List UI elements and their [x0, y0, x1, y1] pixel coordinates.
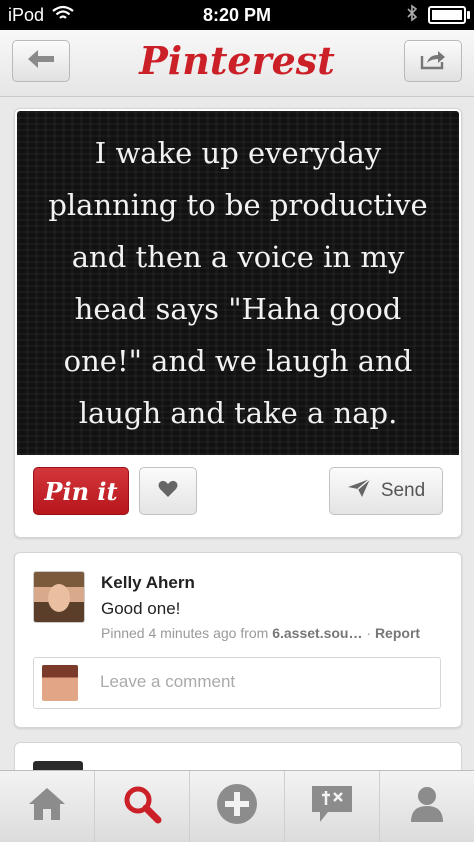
- pin-card: I wake up everyday planning to be produc…: [14, 108, 462, 538]
- comment-author[interactable]: Kelly Ahern: [101, 573, 195, 593]
- like-button[interactable]: [139, 467, 197, 515]
- search-icon: [122, 784, 162, 829]
- tab-add[interactable]: [190, 771, 285, 842]
- comment-placeholder: Leave a comment: [100, 672, 236, 691]
- nav-bar: Pinterest: [0, 30, 474, 97]
- pin-image[interactable]: I wake up everyday planning to be produc…: [17, 111, 459, 455]
- pin-it-button[interactable]: Pin it: [33, 467, 129, 515]
- pin-actions: Pin it Send: [15, 459, 461, 533]
- user-avatar: [42, 665, 78, 701]
- source-link[interactable]: 6.asset.sou…: [272, 625, 362, 641]
- status-bar: iPod 8:20 PM: [0, 0, 474, 30]
- meta-separator: ·: [362, 625, 375, 641]
- bluetooth-icon: [406, 3, 418, 27]
- tab-news[interactable]: [285, 771, 380, 842]
- share-icon: [419, 48, 447, 75]
- share-button[interactable]: [404, 40, 462, 82]
- pin-quote-text: I wake up everyday planning to be produc…: [48, 136, 428, 430]
- news-icon: [310, 784, 354, 829]
- send-label: Send: [380, 480, 426, 501]
- comment-meta: Pinned 4 minutes ago from 6.asset.sou… ·…: [101, 625, 420, 641]
- meta-prefix: Pinned 4 minutes ago from: [101, 625, 273, 641]
- comment-input[interactable]: Leave a comment: [33, 657, 441, 709]
- profile-icon: [407, 784, 447, 829]
- tab-home[interactable]: [0, 771, 95, 842]
- home-icon: [27, 786, 67, 827]
- tab-search[interactable]: [95, 771, 190, 842]
- carrier-label: iPod: [8, 4, 45, 25]
- battery-icon: [428, 6, 470, 24]
- plus-icon: [215, 782, 259, 831]
- report-link[interactable]: Report: [375, 625, 420, 641]
- comment-text: Good one!: [101, 599, 181, 618]
- wifi-icon: [52, 5, 74, 26]
- send-button[interactable]: Send: [329, 467, 443, 515]
- tab-bar: [0, 770, 474, 842]
- pinterest-logo: Pinterest: [139, 38, 335, 83]
- comment-card: Kelly Ahern Good one! Pinned 4 minutes a…: [14, 552, 462, 728]
- heart-icon: [158, 480, 178, 503]
- avatar[interactable]: [33, 571, 85, 623]
- send-icon: [347, 478, 371, 504]
- tab-profile[interactable]: [380, 771, 474, 842]
